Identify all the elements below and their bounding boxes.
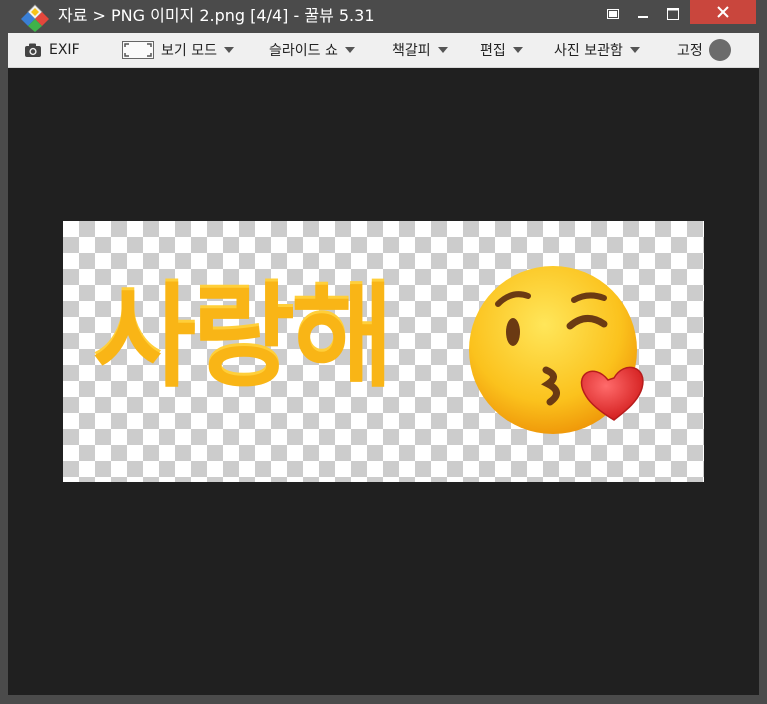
- photo-storage-label: 사진 보관함: [554, 43, 623, 59]
- minimize-button[interactable]: [628, 0, 658, 27]
- image-text: 사랑해: [93, 273, 394, 403]
- minimize-icon: [638, 15, 648, 18]
- title-bar[interactable]: 자료 > PNG 이미지 2.png [4/4] - 꿀뷰 5.31: [0, 0, 767, 33]
- window-title: 자료 > PNG 이미지 2.png [4/4] - 꿀뷰 5.31: [58, 6, 375, 25]
- app-window: 자료 > PNG 이미지 2.png [4/4] - 꿀뷰 5.31 EXIF …: [0, 0, 767, 704]
- maximize-icon: [667, 7, 679, 20]
- chevron-down-icon: [512, 47, 523, 53]
- window-bottom-border: [0, 695, 767, 704]
- maximize-button[interactable]: [658, 0, 688, 27]
- view-mode-label: 보기 모드: [161, 43, 217, 59]
- photo-storage-menu[interactable]: 사진 보관함: [554, 33, 640, 67]
- slideshow-menu[interactable]: 슬라이드 쇼: [269, 33, 355, 67]
- camera-icon: [25, 43, 41, 57]
- close-button[interactable]: [690, 0, 756, 24]
- bookmark-label: 책갈피: [392, 43, 431, 59]
- chevron-down-icon: [629, 47, 640, 53]
- image-viewer[interactable]: 사랑해: [8, 68, 759, 695]
- close-icon: [717, 6, 729, 18]
- pin-label: 고정: [677, 43, 703, 59]
- pin-toggle-icon: [708, 39, 731, 61]
- chevron-down-icon: [437, 47, 448, 53]
- snap-icon: [607, 8, 619, 19]
- image-canvas: 사랑해: [63, 221, 704, 482]
- view-mode-menu[interactable]: 보기 모드: [122, 33, 234, 67]
- edit-menu[interactable]: 편집: [480, 33, 523, 67]
- kissing-face-emoji-icon: [469, 266, 644, 434]
- toolbar: EXIF 보기 모드 슬라이드 쇼 책갈피 편집 사진 보관함 고정: [8, 33, 759, 68]
- exif-label: EXIF: [49, 42, 80, 58]
- chevron-down-icon: [344, 47, 355, 53]
- snap-button[interactable]: [598, 0, 628, 27]
- edit-label: 편집: [480, 43, 506, 59]
- honeyview-logo-icon: [21, 4, 49, 32]
- exif-button[interactable]: EXIF: [24, 33, 80, 67]
- chevron-down-icon: [223, 47, 234, 53]
- fullscreen-icon: [122, 41, 154, 59]
- bookmark-menu[interactable]: 책갈피: [392, 33, 448, 67]
- pin-button[interactable]: 고정: [677, 33, 732, 67]
- slideshow-label: 슬라이드 쇼: [269, 43, 338, 59]
